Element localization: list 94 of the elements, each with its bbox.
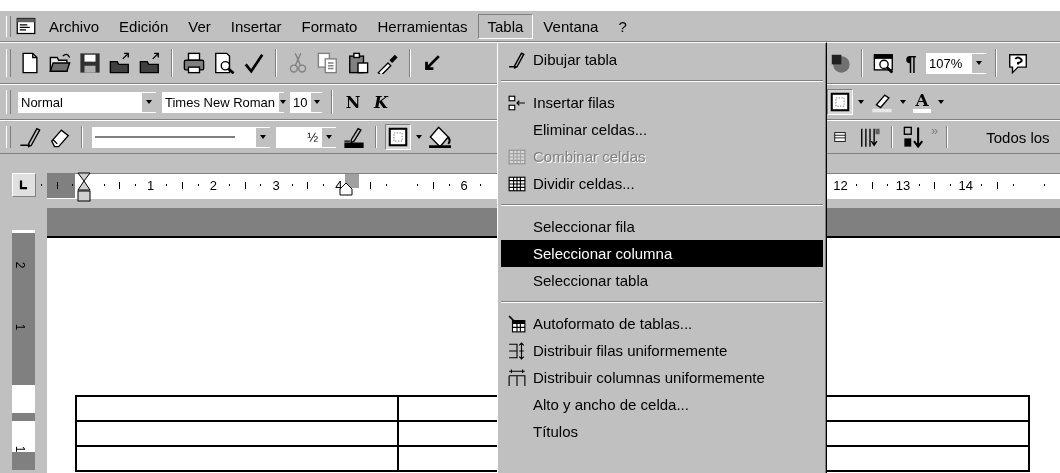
- help-icon: [1007, 52, 1029, 74]
- menu-bar-item[interactable]: Herramientas: [367, 13, 478, 39]
- ruler-margin-shade: [12, 452, 35, 470]
- ruler-number: 1: [13, 323, 28, 331]
- checkmark-icon: [243, 52, 265, 74]
- line-style-combo[interactable]: [91, 125, 271, 149]
- paint-bucket-button[interactable]: [427, 124, 453, 150]
- ruler-number: 1: [147, 178, 155, 193]
- insert-rows-icon: [508, 93, 526, 112]
- folder-icon: [109, 52, 131, 74]
- caret-icon: [899, 98, 907, 106]
- table-wand-icon: [508, 314, 526, 333]
- ruler-number: 14: [958, 178, 974, 193]
- menu-item[interactable]: Dibujar tabla: [501, 46, 823, 73]
- caret-icon: [279, 98, 288, 106]
- caret-icon: [145, 98, 153, 106]
- ruler-number: 2: [13, 261, 28, 269]
- italic-button[interactable]: K: [369, 92, 393, 112]
- caret-icon: [415, 133, 423, 141]
- menu-bar-item[interactable]: Ver: [178, 13, 221, 39]
- grid-icon: [508, 174, 526, 193]
- bold-button[interactable]: N: [341, 92, 365, 112]
- pilcrow-button[interactable]: ¶: [901, 50, 921, 76]
- printer-icon: [183, 52, 205, 74]
- printer-button[interactable]: [181, 50, 207, 76]
- zoom-combo[interactable]: 107%: [925, 51, 987, 75]
- window-magnifier-icon: [873, 52, 895, 74]
- menu-bar-item[interactable]: Edición: [109, 13, 179, 39]
- menu-item[interactable]: Distribuir filas uniformemente: [501, 337, 823, 364]
- paint-bucket-icon: [429, 126, 451, 148]
- menu-item[interactable]: Alto y ancho de celda...: [501, 391, 823, 418]
- line-icon: [95, 133, 235, 141]
- indent-marker[interactable]: [77, 172, 91, 204]
- ruler-number: 13: [895, 178, 911, 193]
- highlighter-icon: [871, 91, 893, 113]
- sort-icon: [903, 126, 925, 148]
- style-combo[interactable]: Normal: [17, 90, 157, 114]
- menu-bar-item[interactable]: Archivo: [39, 13, 110, 39]
- column-sort-icon: [859, 126, 881, 148]
- menu-bar-item[interactable]: Formato: [291, 13, 368, 39]
- line-weight-combo[interactable]: ½: [275, 125, 337, 149]
- tab-stop-icon: [17, 179, 30, 191]
- ruler-number: 1: [13, 445, 28, 453]
- ruler-number: 12: [833, 178, 848, 193]
- caret-icon: [325, 133, 333, 141]
- shapes-icon: [829, 52, 851, 74]
- menu-bar-item[interactable]: Ventana: [533, 13, 609, 39]
- ruler-number: 3: [272, 178, 280, 193]
- folder-icon: [49, 52, 71, 74]
- pages-icon: [317, 52, 339, 74]
- font-color-button[interactable]: A: [911, 91, 933, 113]
- document-icon: [16, 16, 36, 36]
- tab-selector[interactable]: [11, 173, 36, 197]
- menu-bar-item[interactable]: Insertar: [220, 13, 292, 39]
- caret-icon: [259, 133, 267, 141]
- menu-item[interactable]: Insertar filas: [501, 89, 823, 116]
- menu-item[interactable]: Títulos: [501, 418, 823, 445]
- brush-icon: [377, 52, 399, 74]
- caret-icon: [975, 59, 983, 67]
- menu-item[interactable]: Seleccionar tabla: [501, 267, 823, 294]
- caret-icon: [937, 98, 945, 106]
- columns-icon: [508, 368, 526, 387]
- menu-item[interactable]: Distribuir columnas uniformemente: [501, 364, 823, 391]
- page-magnifier-icon: [213, 52, 235, 74]
- new-page-icon: [19, 52, 41, 74]
- pencil-icon: [508, 50, 526, 69]
- ruler-number: 2: [209, 178, 217, 193]
- folder-icon: [139, 52, 161, 74]
- menu-item[interactable]: Eliminar celdas...: [501, 116, 823, 143]
- rows-arrows-icon: [508, 341, 526, 360]
- caret-icon: [857, 98, 865, 106]
- column-marker[interactable]: [339, 174, 359, 196]
- border-icon: [829, 91, 851, 113]
- scissors-icon: [287, 52, 309, 74]
- floppy-disk-button[interactable]: [77, 50, 103, 76]
- menu-bar-item[interactable]: Tabla: [477, 13, 534, 39]
- ruler-number: 6: [460, 178, 468, 193]
- menu-bar-item[interactable]: ?: [608, 13, 637, 39]
- menu-item[interactable]: Dividir celdas...: [501, 170, 823, 197]
- border-icon: [387, 126, 409, 148]
- pencil-icon: [19, 126, 41, 148]
- menu-item[interactable]: Seleccionar columna: [501, 240, 823, 267]
- size-combo[interactable]: 10: [289, 90, 323, 114]
- border-button[interactable]: [827, 89, 853, 115]
- style-box[interactable]: Todos los: [986, 128, 1050, 146]
- clipboard-icon: [347, 52, 369, 74]
- menu-item[interactable]: Autoformato de tablas...: [501, 310, 823, 337]
- ruler-margin-shade: [12, 413, 35, 421]
- caret-icon: [312, 98, 321, 106]
- font-combo[interactable]: Times New Roman: [161, 90, 285, 114]
- grid-icon: [508, 147, 526, 166]
- border-button[interactable]: [385, 124, 411, 150]
- eraser-icon: [49, 126, 71, 148]
- pen-color-icon: [343, 126, 365, 148]
